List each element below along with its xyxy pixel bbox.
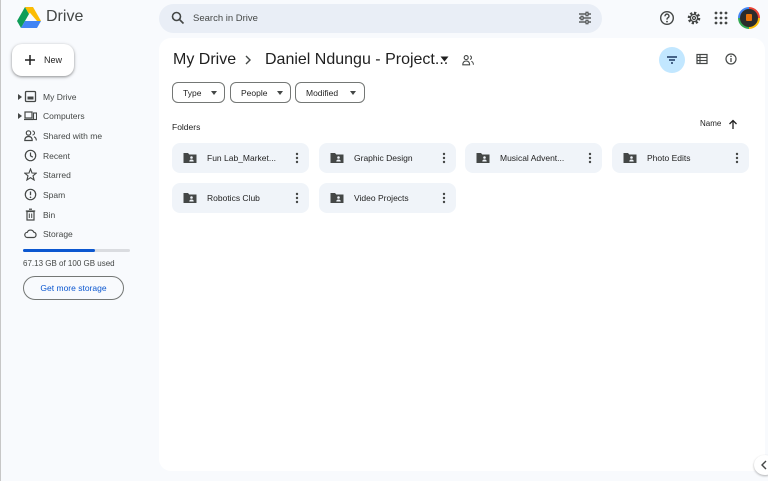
more-options-icon[interactable] bbox=[295, 152, 299, 164]
sidebar-item-label: Bin bbox=[43, 210, 56, 220]
more-options-icon[interactable] bbox=[588, 152, 592, 164]
chevron-left-icon bbox=[761, 460, 767, 470]
settings-gear-icon[interactable] bbox=[686, 10, 702, 26]
dropdown-arrow-icon[interactable] bbox=[440, 56, 449, 62]
expand-caret-icon[interactable] bbox=[17, 112, 23, 120]
search-input[interactable] bbox=[193, 10, 553, 27]
filter-chip-modified[interactable]: Modified bbox=[295, 82, 365, 103]
top-bar: Drive bbox=[1, 0, 768, 36]
side-panel-toggle-button[interactable] bbox=[754, 455, 768, 475]
info-icon[interactable] bbox=[725, 53, 737, 65]
apps-grid-icon[interactable] bbox=[713, 10, 729, 26]
sidebar-item-storage[interactable]: Storage bbox=[15, 225, 145, 243]
shared-icon bbox=[24, 130, 37, 142]
more-options-icon[interactable] bbox=[442, 192, 446, 204]
more-options-icon[interactable] bbox=[735, 152, 739, 164]
manage-access-icon[interactable] bbox=[462, 54, 474, 66]
shared-folder-icon bbox=[330, 153, 344, 163]
folder-tile[interactable]: Photo Edits bbox=[612, 143, 749, 173]
folder-name: Photo Edits bbox=[647, 153, 691, 163]
get-more-storage-button[interactable]: Get more storage bbox=[23, 276, 124, 300]
shared-folder-icon bbox=[183, 193, 197, 203]
storage-progress-fill bbox=[23, 249, 95, 252]
main-content-panel: My Drive Daniel Ndungu - Project... Type… bbox=[159, 38, 765, 471]
filter-chip-label: Modified bbox=[306, 88, 339, 98]
chevron-right-icon bbox=[245, 55, 251, 65]
filter-chip-label: Type bbox=[183, 88, 202, 98]
folder-name: Robotics Club bbox=[207, 193, 260, 203]
clock-icon bbox=[24, 149, 37, 162]
expand-caret-icon[interactable] bbox=[17, 93, 23, 101]
folder-name: Musical Advent... bbox=[500, 153, 565, 163]
folder-tile[interactable]: Video Projects bbox=[319, 183, 456, 213]
folder-tile[interactable]: Robotics Club bbox=[172, 183, 309, 213]
list-view-icon[interactable] bbox=[696, 53, 708, 65]
search-bar[interactable] bbox=[159, 4, 602, 33]
more-options-icon[interactable] bbox=[295, 192, 299, 204]
arrow-up-icon[interactable] bbox=[728, 119, 738, 130]
shared-folder-icon bbox=[476, 153, 490, 163]
folder-name: Fun Lab_Market... bbox=[207, 153, 276, 163]
sidebar-item-shared-with-me[interactable]: Shared with me bbox=[15, 127, 145, 145]
new-button[interactable]: New bbox=[12, 44, 74, 76]
search-options-icon[interactable] bbox=[578, 11, 592, 25]
breadcrumb-my-drive[interactable]: My Drive bbox=[173, 51, 236, 69]
folder-tile[interactable]: Fun Lab_Market... bbox=[172, 143, 309, 173]
bin-icon bbox=[25, 208, 36, 221]
sidebar-item-starred[interactable]: Starred bbox=[15, 166, 145, 184]
help-icon[interactable] bbox=[659, 10, 675, 26]
sidebar-item-label: Spam bbox=[43, 190, 66, 200]
cloud-icon bbox=[24, 229, 37, 239]
dropdown-arrow-icon bbox=[350, 91, 356, 95]
breadcrumb-current-folder[interactable]: Daniel Ndungu - Project... bbox=[265, 51, 448, 69]
sidebar-item-label: Storage bbox=[43, 229, 73, 239]
my-drive-icon bbox=[24, 90, 37, 103]
new-button-label: New bbox=[44, 55, 63, 65]
star-icon bbox=[24, 168, 37, 181]
filter-chip-type[interactable]: Type bbox=[172, 82, 225, 103]
shared-folder-icon bbox=[183, 153, 197, 163]
folder-name: Graphic Design bbox=[354, 153, 413, 163]
account-avatar[interactable] bbox=[738, 7, 760, 29]
drive-logo-icon[interactable] bbox=[17, 7, 41, 29]
folder-tile[interactable]: Musical Advent... bbox=[465, 143, 602, 173]
grid-layout-filter-button[interactable] bbox=[659, 47, 685, 73]
computers-icon bbox=[24, 111, 37, 121]
sort-by-name-button[interactable]: Name bbox=[700, 119, 721, 128]
sidebar-item-spam[interactable]: Spam bbox=[15, 186, 145, 204]
avatar-image bbox=[740, 9, 758, 27]
storage-progress-bar bbox=[23, 249, 130, 252]
folder-tile[interactable]: Graphic Design bbox=[319, 143, 456, 173]
folder-name: Video Projects bbox=[354, 193, 409, 203]
shared-folder-icon bbox=[623, 153, 637, 163]
app-name[interactable]: Drive bbox=[46, 8, 83, 26]
filter-chip-people[interactable]: People bbox=[230, 82, 291, 103]
sidebar-item-label: Computers bbox=[43, 111, 85, 121]
sidebar-item-recent[interactable]: Recent bbox=[15, 147, 145, 165]
shared-folder-icon bbox=[330, 193, 344, 203]
dropdown-arrow-icon bbox=[211, 91, 217, 95]
sidebar-item-label: Starred bbox=[43, 170, 71, 180]
more-options-icon[interactable] bbox=[442, 152, 446, 164]
sidebar-item-label: Shared with me bbox=[43, 131, 103, 141]
storage-usage-text: 67.13 GB of 100 GB used bbox=[23, 259, 115, 268]
filter-chip-label: People bbox=[241, 88, 268, 98]
search-icon[interactable] bbox=[171, 11, 185, 25]
filter-lines-icon bbox=[667, 56, 677, 64]
dropdown-arrow-icon bbox=[277, 91, 283, 95]
spam-icon bbox=[24, 188, 37, 201]
sidebar-item-my-drive[interactable]: My Drive bbox=[15, 88, 145, 106]
plus-icon bbox=[25, 55, 35, 65]
sidebar-item-label: Recent bbox=[43, 151, 70, 161]
section-heading-folders: Folders bbox=[172, 122, 201, 132]
sidebar-item-label: My Drive bbox=[43, 92, 77, 102]
sidebar-item-bin[interactable]: Bin bbox=[15, 206, 145, 224]
sidebar-item-computers[interactable]: Computers bbox=[15, 107, 145, 125]
